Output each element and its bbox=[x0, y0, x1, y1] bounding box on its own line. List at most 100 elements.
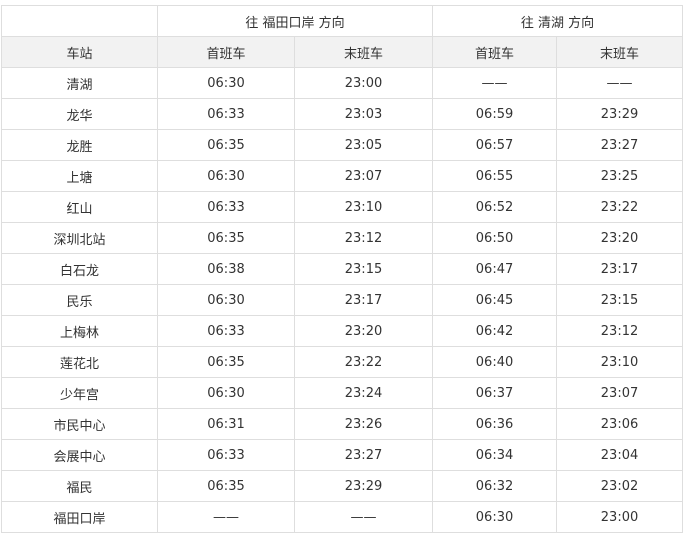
last-train-futian: 23:24 bbox=[293, 377, 434, 409]
empty-corner bbox=[1, 5, 158, 37]
station-name: 福田口岸 bbox=[1, 501, 158, 533]
table-row: 会展中心 06:33 23:27 06:34 23:04 bbox=[1, 439, 684, 471]
table-row: 红山 06:33 23:10 06:52 23:22 bbox=[1, 191, 684, 223]
table-row: 白石龙 06:38 23:15 06:47 23:17 bbox=[1, 253, 684, 285]
last-train-qinghu: 23:17 bbox=[556, 253, 684, 285]
direction-qinghu: 往 清湖 方向 bbox=[432, 5, 684, 37]
first-train-qinghu: 06:30 bbox=[432, 501, 558, 533]
first-train-futian: 06:30 bbox=[157, 160, 295, 192]
first-train-futian: 06:35 bbox=[157, 346, 295, 378]
first-train-futian: 06:30 bbox=[157, 67, 295, 99]
last-train-qinghu: 23:25 bbox=[556, 160, 684, 192]
first-train-qinghu: 06:50 bbox=[432, 222, 558, 254]
first-train-qinghu: 06:52 bbox=[432, 191, 558, 223]
last-train-qinghu: 23:12 bbox=[556, 315, 684, 347]
timetable: 往 福田口岸 方向 往 清湖 方向 车站 首班车 末班车 首班车 末班车 清湖 0… bbox=[1, 5, 684, 533]
first-train-header: 首班车 bbox=[432, 36, 558, 68]
first-train-qinghu: 06:42 bbox=[432, 315, 558, 347]
first-train-futian: 06:35 bbox=[157, 470, 295, 502]
first-train-futian: 06:33 bbox=[157, 315, 295, 347]
station-name: 民乐 bbox=[1, 284, 158, 316]
first-train-futian: 06:35 bbox=[157, 129, 295, 161]
last-train-qinghu: 23:04 bbox=[556, 439, 684, 471]
table-row: 莲花北 06:35 23:22 06:40 23:10 bbox=[1, 346, 684, 378]
first-train-qinghu: 06:57 bbox=[432, 129, 558, 161]
table-row: 龙胜 06:35 23:05 06:57 23:27 bbox=[1, 129, 684, 161]
last-train-qinghu: 23:00 bbox=[556, 501, 684, 533]
last-train-header: 末班车 bbox=[556, 36, 684, 68]
direction-futian: 往 福田口岸 方向 bbox=[156, 5, 434, 37]
last-train-futian: 23:12 bbox=[293, 222, 434, 254]
station-name: 福民 bbox=[1, 470, 158, 502]
table-row: 民乐 06:30 23:17 06:45 23:15 bbox=[1, 284, 684, 316]
station-name: 龙华 bbox=[1, 98, 158, 130]
last-train-qinghu: 23:10 bbox=[556, 346, 684, 378]
first-train-futian: 06:31 bbox=[157, 408, 295, 440]
station-name: 白石龙 bbox=[1, 253, 158, 285]
first-train-futian: —— bbox=[157, 501, 295, 533]
last-train-qinghu: 23:20 bbox=[556, 222, 684, 254]
last-train-qinghu: 23:02 bbox=[556, 470, 684, 502]
first-train-futian: 06:33 bbox=[157, 191, 295, 223]
first-train-futian: 06:33 bbox=[157, 439, 295, 471]
last-train-futian: 23:00 bbox=[293, 67, 434, 99]
station-name: 上梅林 bbox=[1, 315, 158, 347]
first-train-futian: 06:38 bbox=[157, 253, 295, 285]
first-train-qinghu: —— bbox=[432, 67, 558, 99]
last-train-futian: 23:29 bbox=[293, 470, 434, 502]
column-header-row: 车站 首班车 末班车 首班车 末班车 bbox=[1, 36, 684, 68]
station-name: 深圳北站 bbox=[1, 222, 158, 254]
first-train-qinghu: 06:40 bbox=[432, 346, 558, 378]
last-train-futian: 23:03 bbox=[293, 98, 434, 130]
last-train-futian: 23:27 bbox=[293, 439, 434, 471]
first-train-qinghu: 06:55 bbox=[432, 160, 558, 192]
first-train-qinghu: 06:45 bbox=[432, 284, 558, 316]
last-train-futian: 23:05 bbox=[293, 129, 434, 161]
table-row: 上塘 06:30 23:07 06:55 23:25 bbox=[1, 160, 684, 192]
station-header: 车站 bbox=[1, 36, 158, 68]
first-train-qinghu: 06:34 bbox=[432, 439, 558, 471]
first-train-qinghu: 06:47 bbox=[432, 253, 558, 285]
last-train-futian: 23:10 bbox=[293, 191, 434, 223]
last-train-futian: 23:26 bbox=[293, 408, 434, 440]
last-train-qinghu: 23:15 bbox=[556, 284, 684, 316]
first-train-header: 首班车 bbox=[157, 36, 295, 68]
table-row: 福民 06:35 23:29 06:32 23:02 bbox=[1, 470, 684, 502]
table-row: 市民中心 06:31 23:26 06:36 23:06 bbox=[1, 408, 684, 440]
table-row: 深圳北站 06:35 23:12 06:50 23:20 bbox=[1, 222, 684, 254]
last-train-futian: 23:20 bbox=[293, 315, 434, 347]
table-row: 福田口岸 —— —— 06:30 23:00 bbox=[1, 501, 684, 533]
last-train-qinghu: —— bbox=[556, 67, 684, 99]
station-name: 莲花北 bbox=[1, 346, 158, 378]
first-train-futian: 06:30 bbox=[157, 377, 295, 409]
last-train-qinghu: 23:29 bbox=[556, 98, 684, 130]
station-name: 上塘 bbox=[1, 160, 158, 192]
last-train-qinghu: 23:22 bbox=[556, 191, 684, 223]
first-train-futian: 06:35 bbox=[157, 222, 295, 254]
last-train-futian: —— bbox=[293, 501, 434, 533]
last-train-futian: 23:17 bbox=[293, 284, 434, 316]
last-train-futian: 23:15 bbox=[293, 253, 434, 285]
table-row: 清湖 06:30 23:00 —— —— bbox=[1, 67, 684, 99]
first-train-qinghu: 06:36 bbox=[432, 408, 558, 440]
table-row: 上梅林 06:33 23:20 06:42 23:12 bbox=[1, 315, 684, 347]
last-train-futian: 23:22 bbox=[293, 346, 434, 378]
first-train-qinghu: 06:32 bbox=[432, 470, 558, 502]
station-name: 红山 bbox=[1, 191, 158, 223]
last-train-qinghu: 23:27 bbox=[556, 129, 684, 161]
direction-header-row: 往 福田口岸 方向 往 清湖 方向 bbox=[1, 5, 684, 37]
last-train-futian: 23:07 bbox=[293, 160, 434, 192]
table-row: 少年宫 06:30 23:24 06:37 23:07 bbox=[1, 377, 684, 409]
station-name: 少年宫 bbox=[1, 377, 158, 409]
last-train-qinghu: 23:06 bbox=[556, 408, 684, 440]
last-train-header: 末班车 bbox=[293, 36, 434, 68]
first-train-qinghu: 06:59 bbox=[432, 98, 558, 130]
station-name: 龙胜 bbox=[1, 129, 158, 161]
first-train-futian: 06:33 bbox=[157, 98, 295, 130]
first-train-qinghu: 06:37 bbox=[432, 377, 558, 409]
station-name: 市民中心 bbox=[1, 408, 158, 440]
station-name: 清湖 bbox=[1, 67, 158, 99]
station-name: 会展中心 bbox=[1, 439, 158, 471]
last-train-qinghu: 23:07 bbox=[556, 377, 684, 409]
table-row: 龙华 06:33 23:03 06:59 23:29 bbox=[1, 98, 684, 130]
